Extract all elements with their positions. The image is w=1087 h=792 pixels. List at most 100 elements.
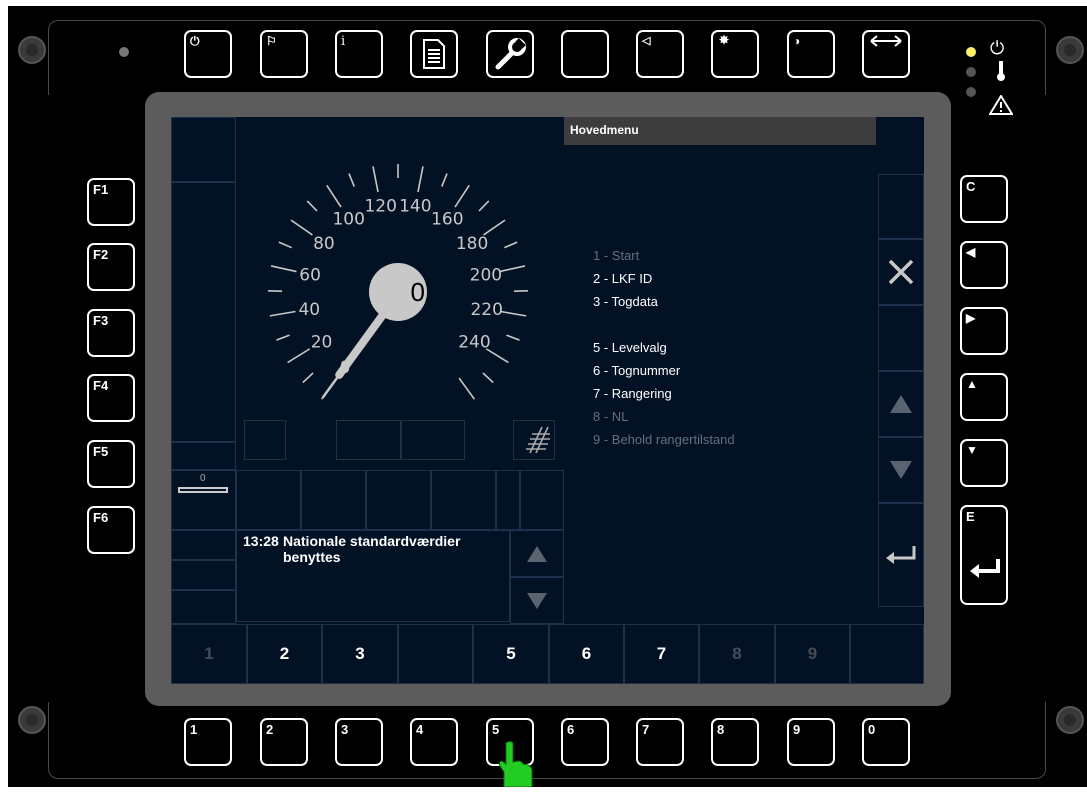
softkey-9-label: 9 [808,644,817,664]
screw-top-left [18,36,46,64]
f2-key[interactable]: F2 [87,243,135,291]
status-cell-3 [401,420,465,460]
row-cell-5 [496,470,520,530]
key-3[interactable]: 3 [335,718,383,766]
softkey-3-label: 3 [355,644,364,664]
speed-scale-label: 20 [311,332,333,352]
key-7[interactable]: 7 [636,718,684,766]
speed-tick [506,335,519,340]
speed-tick [504,242,517,248]
distance-value: 0 [200,473,206,484]
softkey-8-label: 8 [732,644,741,664]
document-icon [412,32,456,76]
contrast-key[interactable]: ◑ [787,30,835,78]
speed-tick [270,312,296,316]
key-6[interactable]: 6 [561,718,609,766]
f4-key-label: F4 [93,378,108,393]
blank-key[interactable] [561,30,609,78]
resize-key[interactable] [862,30,910,78]
message-scroll-down[interactable] [510,577,564,624]
speed-scale-label: 160 [431,210,463,230]
power-key[interactable]: ⏻ [184,30,232,78]
menu-item-2[interactable]: 2 - LKF ID [593,270,652,288]
clear-key[interactable]: C [960,175,1008,223]
speed-tick [303,373,313,383]
f1-key[interactable]: F1 [87,178,135,226]
volume-key[interactable]: ◁ [636,30,684,78]
clear-key-label: C [966,179,975,194]
document-key[interactable] [410,30,458,78]
dmi-screen: 0 020406080100120140160180200220240 0 13… [171,117,924,684]
softkey-5[interactable]: 5 [473,624,549,684]
message-time: 13:28 [243,533,283,549]
horizontal-arrows-icon [864,32,908,78]
side-cell-1 [171,530,236,560]
enter-key-label: E [966,509,975,524]
settings-key[interactable] [486,30,534,78]
softkey-2[interactable]: 2 [247,624,322,684]
side-cell-3 [171,590,236,624]
f3-key[interactable]: F3 [87,309,135,357]
speed-tick [483,373,493,383]
speed-tick [418,166,423,192]
menu-item-8[interactable]: 8 - NL [593,408,628,426]
screw-bottom-right [1056,706,1084,734]
key-6-label: 6 [567,722,574,737]
track-mode-cell [513,420,555,460]
triangle-down-icon: ▼ [962,441,1014,489]
key-8[interactable]: 8 [711,718,759,766]
menu-item-3[interactable]: 3 - Togdata [593,293,658,311]
speed-needle-tip [323,375,339,398]
enter-button[interactable] [878,503,924,607]
info-key[interactable]: i [335,30,383,78]
softkey-6[interactable]: 6 [549,624,624,684]
flag-key[interactable]: ⚐ [260,30,308,78]
key-0[interactable]: 0 [862,718,910,766]
f5-key[interactable]: F5 [87,440,135,488]
distance-bar [178,487,228,493]
key-1[interactable]: 1 [184,718,232,766]
scroll-up-button[interactable] [878,371,924,437]
menu-item-7[interactable]: 7 - Rangering [593,385,672,403]
down-arrow-key[interactable]: ▼ [960,439,1008,487]
message-scroll-up[interactable] [510,530,564,577]
side-cell-2 [171,560,236,590]
softkey-1[interactable]: 1 [171,624,247,684]
speed-tick [288,349,310,363]
wrench-icon [488,32,532,76]
speed-scale-label: 200 [470,266,502,286]
message-area: 13:28Nationale standardværdier benyttes [236,530,510,622]
f6-key[interactable]: F6 [87,506,135,554]
softkey-10[interactable] [850,624,924,684]
softkey-8[interactable]: 8 [699,624,775,684]
key-2[interactable]: 2 [260,718,308,766]
triangle-left-icon: ◀ [962,243,1014,291]
speed-scale-label: 60 [299,266,321,286]
f3-key-label: F3 [93,313,108,328]
up-arrow-key[interactable]: ▲ [960,373,1008,421]
menu-item-9[interactable]: 9 - Behold rangertilstand [593,431,735,449]
menu-item-1[interactable]: 1 - Start [593,247,639,265]
speed-scale-label: 240 [458,332,490,352]
right-arrow-key[interactable]: ▶ [960,307,1008,355]
left-arrow-key[interactable]: ◀ [960,241,1008,289]
key-5-label: 5 [492,722,499,737]
speed-tick [279,242,292,248]
menu-item-6[interactable]: 6 - Tognummer [593,362,680,380]
key-4[interactable]: 4 [410,718,458,766]
scroll-down-button[interactable] [878,437,924,503]
menu-item-5[interactable]: 5 - Levelvalg [593,339,667,357]
softkey-3[interactable]: 3 [322,624,398,684]
softkey-7[interactable]: 7 [624,624,699,684]
speed-tick [455,185,469,207]
softkey-9[interactable]: 9 [775,624,850,684]
speed-tick [327,185,341,207]
enter-key[interactable]: E [960,505,1008,605]
close-button[interactable] [878,239,924,305]
hand-cursor-icon [498,740,538,792]
warning-triangle-icon [989,95,1013,120]
softkey-4[interactable] [398,624,473,684]
brightness-key[interactable]: ✸ [711,30,759,78]
key-9[interactable]: 9 [787,718,835,766]
f4-key[interactable]: F4 [87,374,135,422]
